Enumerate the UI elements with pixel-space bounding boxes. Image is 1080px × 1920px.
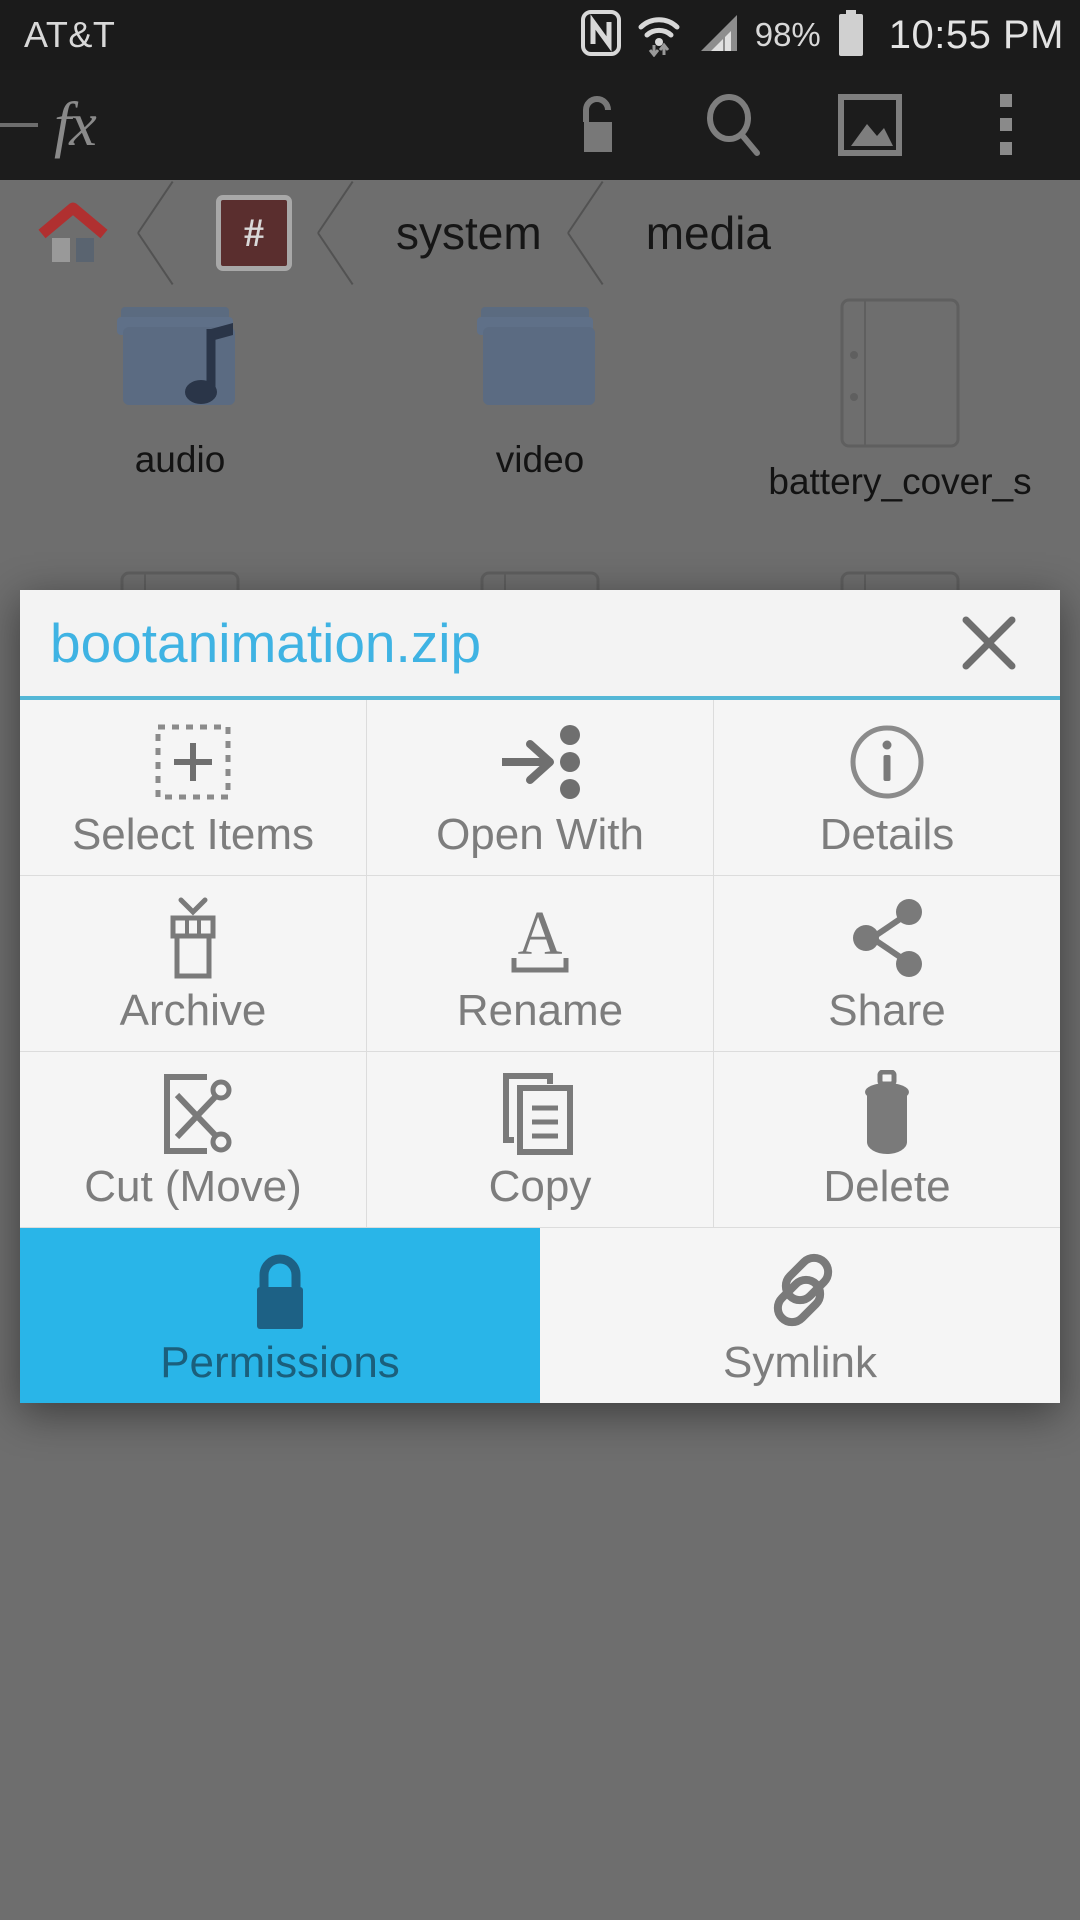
cut-icon [151, 1071, 235, 1157]
symlink-icon [758, 1247, 842, 1333]
action-label: Copy [488, 1161, 592, 1211]
dialog-action-row: Select Items Open With Details [20, 700, 1060, 876]
breadcrumb: # system media [0, 180, 1080, 285]
file-grid-row: audio video battery_cover_s [0, 285, 1080, 558]
action-label: Share [828, 985, 946, 1035]
cellular-signal-icon [697, 11, 741, 60]
clock-label: 10:55 PM [888, 12, 1064, 57]
archive-icon [157, 895, 229, 981]
dialog-action-row: Permissions Symlink [20, 1228, 1060, 1403]
action-delete[interactable]: Delete [714, 1052, 1060, 1227]
breadcrumb-separator [316, 180, 362, 285]
action-symlink[interactable]: Symlink [540, 1228, 1060, 1403]
drawer-handle-icon[interactable] [0, 123, 38, 127]
action-label: Permissions [160, 1337, 400, 1387]
nfc-icon [580, 9, 621, 61]
breadcrumb-item-home[interactable] [0, 180, 136, 285]
file-item-label: battery_cover_s [768, 461, 1032, 502]
dialog-header: bootanimation.zip [20, 590, 1060, 700]
file-item-label: audio [134, 439, 226, 480]
action-label: Rename [456, 985, 624, 1035]
action-label: Details [819, 809, 955, 859]
dialog-title: bootanimation.zip [50, 612, 482, 674]
select-items-icon [154, 719, 232, 805]
breadcrumb-item-media[interactable]: media [612, 180, 795, 285]
app-bar-actions [558, 85, 1080, 165]
battery-icon [837, 9, 865, 61]
file-item-video[interactable]: video [360, 285, 720, 558]
dialog-action-row: Archive A Rename Share [20, 876, 1060, 1052]
action-label: Symlink [722, 1337, 878, 1387]
action-label: Cut (Move) [84, 1161, 302, 1211]
folder-icon [477, 307, 595, 405]
action-copy[interactable]: Copy [367, 1052, 714, 1227]
action-rename[interactable]: A Rename [367, 876, 714, 1051]
file-item-label: video [495, 439, 585, 480]
wifi-icon [635, 9, 683, 62]
breadcrumb-separator [136, 180, 182, 285]
open-with-icon [496, 719, 584, 805]
overflow-menu-icon[interactable] [966, 85, 1046, 165]
unlock-icon[interactable] [558, 85, 638, 165]
action-share[interactable]: Share [714, 876, 1060, 1051]
search-icon[interactable] [694, 85, 774, 165]
breadcrumb-label: system [396, 206, 542, 259]
breadcrumb-item-root[interactable]: # [182, 180, 316, 285]
file-item-battery-cover[interactable]: battery_cover_s [720, 285, 1080, 558]
action-details[interactable]: Details [714, 700, 1060, 875]
share-icon [846, 895, 928, 981]
svg-text:A: A [518, 900, 563, 968]
battery-percent-label: 98% [754, 16, 821, 53]
file-item-audio[interactable]: audio [0, 285, 360, 558]
breadcrumb-label: media [645, 206, 771, 259]
dialog-action-row: Cut (Move) Copy Delete [20, 1052, 1060, 1228]
folder-audio-icon [117, 307, 235, 405]
close-icon[interactable] [946, 600, 1032, 686]
carrier-label: AT&T [24, 14, 116, 55]
rename-icon: A [500, 895, 580, 981]
file-context-dialog: bootanimation.zip Select Items Open With… [20, 590, 1060, 1403]
action-label: Archive [119, 985, 267, 1035]
root-icon: # [216, 194, 292, 271]
home-icon [38, 202, 108, 262]
phone-screen: AT&T 98% 10:55 PM fx # system media audi… [0, 0, 1080, 1920]
details-icon [847, 719, 927, 805]
file-icon [840, 298, 960, 448]
action-cut-move[interactable]: Cut (Move) [20, 1052, 367, 1227]
status-bar: AT&T 98% 10:55 PM [0, 0, 1080, 70]
delete-icon [851, 1069, 923, 1157]
lock-icon [244, 1247, 316, 1333]
breadcrumb-separator [566, 180, 612, 285]
copy-icon [500, 1071, 580, 1157]
action-label: Select Items [71, 809, 315, 859]
action-permissions[interactable]: Permissions [20, 1228, 540, 1403]
status-icons: 98% 10:55 PM [580, 9, 1064, 62]
app-bar: fx [0, 70, 1080, 180]
action-label: Delete [823, 1161, 951, 1211]
action-archive[interactable]: Archive [20, 876, 367, 1051]
breadcrumb-item-system[interactable]: system [362, 180, 566, 285]
image-icon[interactable] [830, 85, 910, 165]
fx-logo[interactable]: fx [54, 94, 97, 156]
action-select-items[interactable]: Select Items [20, 700, 367, 875]
action-open-with[interactable]: Open With [367, 700, 714, 875]
action-label: Open With [436, 809, 644, 859]
